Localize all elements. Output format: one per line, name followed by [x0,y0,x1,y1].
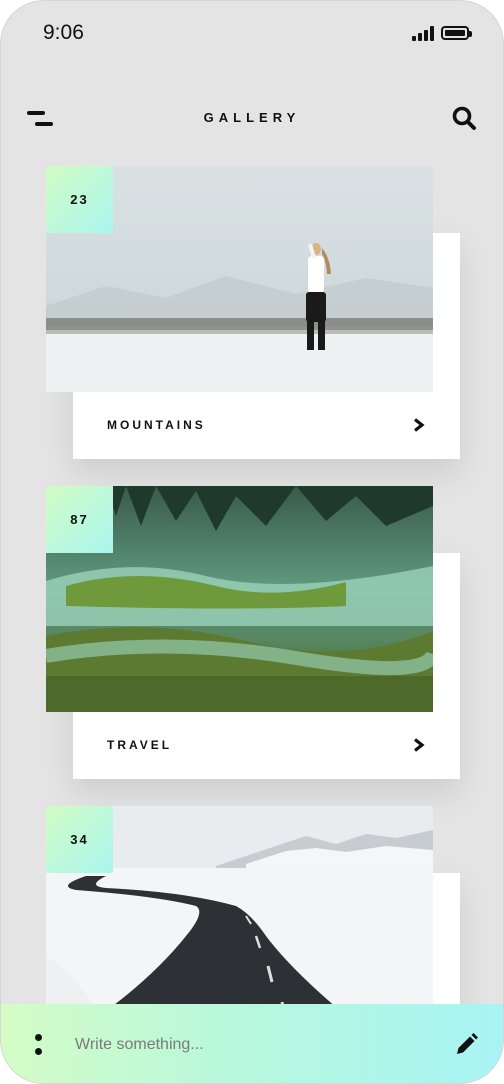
status-time: 9:06 [43,21,84,44]
pencil-icon[interactable] [453,1032,479,1058]
item-count-badge: 87 [46,486,113,553]
message-input[interactable] [75,1028,425,1062]
battery-icon [441,26,472,40]
page-title: GALLERY [203,110,301,125]
phone-screen: 9:06 GALLERY MOUNTAINS 23 TRAVEL 87 34 W… [0,0,504,1084]
item-count-badge: 23 [46,166,113,233]
more-vertical-icon[interactable] [31,1032,47,1060]
gallery-card[interactable]: TRAVEL 87 [46,486,460,780]
search-icon[interactable] [451,105,479,133]
card-image[interactable]: 23 [46,166,433,392]
chevron-right-icon[interactable] [413,738,425,752]
card-image[interactable]: 34 [46,806,433,1032]
item-count-badge: 34 [46,806,113,873]
card-title: MOUNTAINS [107,418,206,432]
status-icons [412,24,472,42]
card-title: TRAVEL [107,738,173,752]
gallery-card[interactable]: MOUNTAINS 23 [46,166,460,460]
composer-bar [1,1004,503,1083]
signal-icon [412,25,434,41]
card-image[interactable]: 87 [46,486,433,712]
chevron-right-icon[interactable] [413,418,425,432]
